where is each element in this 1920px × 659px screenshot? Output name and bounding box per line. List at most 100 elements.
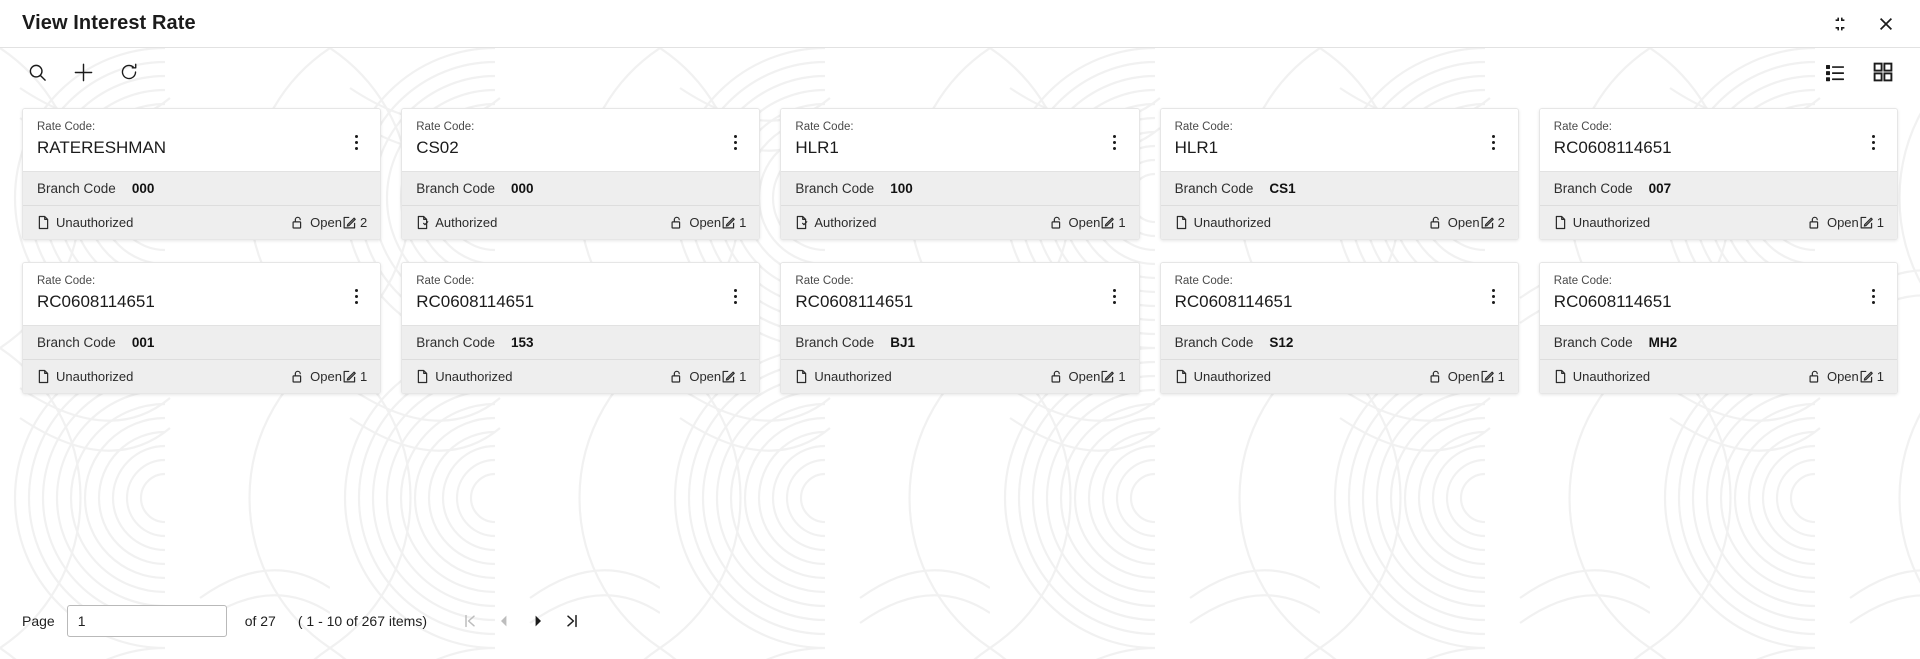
modification-count-text: 1 [1497, 369, 1505, 384]
grid-view-icon[interactable] [1868, 57, 1898, 87]
record-card[interactable]: Rate Code: RC0608114651 Branch Code BJ1 Unau… [780, 262, 1140, 394]
record-status-text: Open [689, 369, 722, 384]
record-card[interactable]: Rate Code: CS02 Branch Code 000 Authorized Op… [401, 108, 761, 240]
kebab-menu-icon[interactable] [346, 129, 366, 155]
document-check-icon [415, 215, 430, 230]
page-title: View Interest Rate [22, 12, 196, 34]
kebab-menu-icon[interactable] [1484, 283, 1504, 309]
document-icon [1174, 215, 1189, 230]
kebab-menu-icon[interactable] [1105, 283, 1125, 309]
record-card[interactable]: Rate Code: RC0608114651 Branch Code 153 Unau… [401, 262, 761, 394]
auth-status-text: Unauthorized [1193, 215, 1271, 230]
card-header: Rate Code: RC0608114651 [402, 263, 760, 325]
pagination: Page of 27 ( 1 - 10 of 267 items) [22, 605, 587, 637]
kebab-menu-icon[interactable] [346, 283, 366, 309]
card-status-footer: Unauthorized Open 2 [23, 206, 381, 239]
search-icon[interactable] [22, 57, 52, 87]
kebab-menu-icon[interactable] [1105, 129, 1125, 155]
modification-count-text: 1 [1118, 369, 1126, 384]
toolbar-left-group [22, 57, 144, 87]
record-status-text: Open [1826, 215, 1859, 230]
record-card[interactable]: Rate Code: RC0608114651 Branch Code MH2 Unau… [1538, 262, 1898, 394]
edit-icon [342, 369, 357, 384]
record-card[interactable]: Rate Code: RATERESHMAN Branch Code 000 Unaut… [22, 108, 382, 240]
record-status: Open [290, 369, 342, 384]
branch-code-value: S12 [1269, 335, 1294, 350]
content-area: Rate Code: RATERESHMAN Branch Code 000 Unaut… [0, 48, 1920, 659]
kebab-menu-icon[interactable] [725, 129, 745, 155]
branch-code-label: Branch Code [1553, 335, 1633, 350]
rate-code-value: CS02 [416, 138, 459, 158]
auth-status: Unauthorized [794, 369, 1048, 384]
branch-code-label: Branch Code [37, 181, 116, 196]
card-header-text: Rate Code: RC0608114651 [1175, 273, 1484, 312]
unlock-icon [669, 369, 684, 384]
record-status-text: Open [310, 369, 342, 384]
kebab-menu-icon[interactable] [1863, 283, 1883, 309]
collapse-icon[interactable] [1828, 12, 1852, 36]
record-card[interactable]: Rate Code: HLR1 Branch Code CS1 Unauthorized… [1159, 108, 1519, 240]
branch-code-value: 000 [131, 181, 155, 196]
branch-code-row: Branch Code 001 [23, 325, 381, 360]
record-status-text: Open [1068, 215, 1101, 230]
branch-code-label: Branch Code [37, 335, 116, 350]
plus-icon[interactable] [68, 57, 98, 87]
rate-code-label: Rate Code: [1553, 275, 1612, 287]
unlock-icon [1428, 369, 1443, 384]
refresh-icon[interactable] [114, 57, 144, 87]
document-icon [1553, 215, 1568, 230]
unlock-icon [290, 215, 305, 230]
kebab-menu-icon[interactable] [1484, 129, 1504, 155]
document-icon [794, 369, 809, 384]
record-status: Open [669, 215, 721, 230]
rate-code-value: HLR1 [795, 138, 839, 158]
rate-code-label: Rate Code: [37, 275, 96, 287]
rate-code-label: Rate Code: [416, 275, 475, 287]
next-page-icon[interactable] [523, 606, 553, 636]
document-icon [415, 369, 430, 384]
record-card[interactable]: Rate Code: RC0608114651 Branch Code 007 Unau… [1538, 108, 1898, 240]
prev-page-icon[interactable] [489, 606, 519, 636]
auth-status-text: Authorized [435, 215, 498, 230]
branch-code-row: Branch Code S12 [1160, 325, 1518, 360]
kebab-menu-icon[interactable] [725, 283, 745, 309]
last-page-icon[interactable] [557, 606, 587, 636]
card-header: Rate Code: RC0608114651 [781, 263, 1139, 325]
close-icon[interactable] [1874, 12, 1898, 36]
item-range-text: ( 1 - 10 of 267 items) [297, 613, 428, 629]
branch-code-value: 007 [1648, 181, 1672, 196]
modification-count-text: 1 [1876, 369, 1884, 384]
document-icon [1174, 369, 1189, 384]
card-header: Rate Code: RC0608114651 [23, 263, 381, 325]
card-header-text: Rate Code: RATERESHMAN [37, 119, 346, 158]
modification-count-text: 2 [359, 215, 368, 230]
modification-count: 1 [1100, 215, 1126, 230]
modification-count-text: 1 [739, 369, 747, 384]
list-view-icon[interactable] [1820, 57, 1850, 87]
card-header-text: Rate Code: HLR1 [1175, 119, 1484, 158]
rate-code-value: HLR1 [1174, 138, 1219, 158]
pagination-area: Page of 27 ( 1 - 10 of 267 items) [0, 605, 1920, 659]
kebab-menu-icon[interactable] [1863, 129, 1883, 155]
first-page-icon[interactable] [455, 606, 485, 636]
auth-status: Unauthorized [1553, 215, 1807, 230]
auth-status-text: Unauthorized [56, 215, 134, 230]
record-status: Open [1807, 215, 1859, 230]
branch-code-row: Branch Code 100 [781, 171, 1139, 206]
edit-icon [721, 369, 736, 384]
record-status: Open [1807, 369, 1859, 384]
auth-status-text: Unauthorized [56, 369, 134, 384]
window-body: Rate Code: RATERESHMAN Branch Code 000 Unaut… [0, 48, 1920, 659]
auth-status: Unauthorized [415, 369, 669, 384]
branch-code-label: Branch Code [795, 181, 875, 196]
document-icon [1553, 369, 1568, 384]
record-card[interactable]: Rate Code: RC0608114651 Branch Code S12 Unau… [1159, 262, 1519, 394]
branch-code-value: CS1 [1269, 181, 1296, 196]
record-status: Open [1428, 215, 1480, 230]
record-status-text: Open [689, 215, 722, 230]
record-card[interactable]: Rate Code: HLR1 Branch Code 100 Authorized Op… [780, 108, 1140, 240]
card-header-text: Rate Code: RC0608114651 [37, 273, 346, 312]
page-number-input[interactable] [66, 605, 227, 637]
branch-code-label: Branch Code [416, 181, 495, 196]
record-card[interactable]: Rate Code: RC0608114651 Branch Code 001 Unau… [22, 262, 382, 394]
